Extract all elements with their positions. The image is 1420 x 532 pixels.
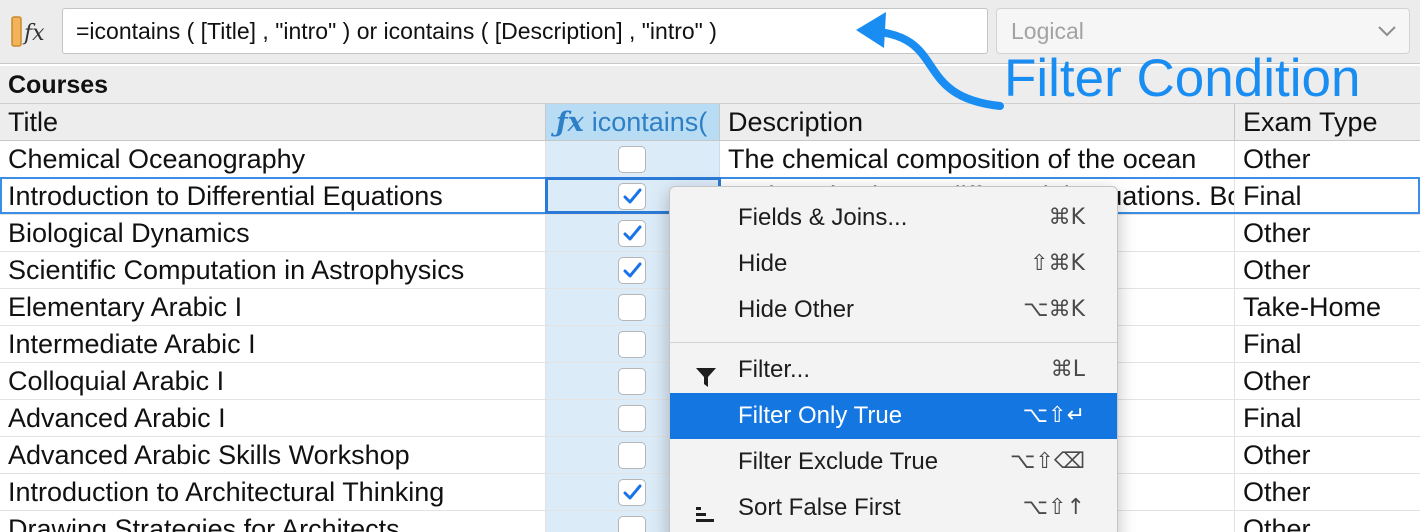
cell-exam-type[interactable]: Other bbox=[1235, 252, 1420, 288]
checkbox[interactable] bbox=[618, 257, 646, 284]
cell-exam-type[interactable]: Other bbox=[1235, 215, 1420, 251]
cell-title[interactable]: Colloquial Arabic I bbox=[0, 363, 546, 399]
menu-item-sort-false-first[interactable]: Sort False First ⌥⇧↑ bbox=[670, 485, 1117, 531]
cell-icontains[interactable] bbox=[546, 141, 720, 177]
cell-exam-type[interactable]: Final bbox=[1235, 178, 1420, 214]
menu-item-shortcut: ⌘L bbox=[1050, 357, 1085, 382]
cell-title[interactable]: Introduction to Architectural Thinking bbox=[0, 474, 546, 510]
cell-exam-type[interactable]: Other bbox=[1235, 511, 1420, 532]
menu-item-label: Hide bbox=[738, 250, 788, 277]
cell-title[interactable]: Biological Dynamics bbox=[0, 215, 546, 251]
cell-title[interactable]: Intermediate Arabic I bbox=[0, 326, 546, 362]
funnel-icon bbox=[694, 359, 718, 387]
column-header-formula[interactable]: ƒx icontains( bbox=[546, 104, 720, 140]
svg-text:fx: fx bbox=[22, 21, 45, 46]
checkmark-icon bbox=[623, 484, 642, 500]
menu-item-filter-only-true[interactable]: Filter Only True ⌥⇧↵ bbox=[670, 393, 1117, 439]
checkmark-icon bbox=[623, 225, 642, 241]
cell-exam-type[interactable]: Other bbox=[1235, 474, 1420, 510]
menu-item-hide-other[interactable]: Hide Other ⌥⌘K bbox=[670, 287, 1117, 333]
checkbox[interactable] bbox=[618, 442, 646, 469]
cell-title[interactable]: Introduction to Differential Equations bbox=[0, 178, 546, 214]
checkbox[interactable] bbox=[618, 220, 646, 247]
cell-title[interactable]: Advanced Arabic Skills Workshop bbox=[0, 437, 546, 473]
checkmark-icon bbox=[623, 188, 642, 204]
menu-item-label: Sort False First bbox=[738, 494, 901, 521]
menu-item-shortcut: ⌥⇧↵ bbox=[1022, 403, 1085, 428]
menu-item-label: Fields & Joins... bbox=[738, 204, 908, 231]
menu-item-label: Filter Exclude True bbox=[738, 448, 939, 475]
menu-item-label: Filter Only True bbox=[738, 402, 903, 429]
cell-title[interactable]: Drawing Strategies for Architects bbox=[0, 511, 546, 532]
checkbox[interactable] bbox=[618, 294, 646, 321]
checkbox[interactable] bbox=[618, 405, 646, 432]
checkbox[interactable] bbox=[618, 146, 646, 173]
cell-title[interactable]: Advanced Arabic I bbox=[0, 400, 546, 436]
menu-item-shortcut: ⇧⌘K bbox=[1030, 251, 1085, 276]
menu-item-label: Filter... bbox=[738, 356, 811, 383]
cell-title[interactable]: Scientific Computation in Astrophysics bbox=[0, 252, 546, 288]
cell-exam-type[interactable]: Other bbox=[1235, 437, 1420, 473]
menu-item-shortcut: ⌥⇧⌫ bbox=[1010, 449, 1085, 474]
cell-description[interactable]: The chemical composition of the ocean bbox=[720, 141, 1235, 177]
annotation-label: Filter Condition bbox=[1004, 49, 1361, 108]
formula-fx-icon[interactable]: fx bbox=[10, 14, 50, 50]
chevron-down-icon bbox=[1377, 23, 1397, 39]
checkmark-icon bbox=[623, 262, 642, 278]
menu-item-hide[interactable]: Hide ⇧⌘K bbox=[670, 241, 1117, 287]
cell-exam-type[interactable]: Other bbox=[1235, 363, 1420, 399]
menu-separator bbox=[670, 342, 1117, 343]
result-type-value: Logical bbox=[1011, 18, 1084, 44]
menu-item-shortcut: ⌘K bbox=[1048, 205, 1085, 230]
menu-item-label: Hide Other bbox=[738, 296, 855, 323]
column-header-title[interactable]: Title bbox=[0, 104, 546, 140]
menu-item-shortcut: ⌥⇧↑ bbox=[1022, 495, 1085, 520]
menu-item-filter-exclude-true[interactable]: Filter Exclude True ⌥⇧⌫ bbox=[670, 439, 1117, 485]
checkbox[interactable] bbox=[618, 479, 646, 506]
sort-icon bbox=[694, 497, 718, 522]
cell-title[interactable]: Elementary Arabic I bbox=[0, 289, 546, 325]
menu-item-shortcut: ⌥⌘K bbox=[1023, 297, 1085, 322]
context-menu: Fields & Joins... ⌘K Hide ⇧⌘K Hide Other ⌥⌘K F… bbox=[669, 186, 1118, 532]
checkbox[interactable] bbox=[618, 183, 646, 210]
checkbox[interactable] bbox=[618, 331, 646, 358]
column-header-formula-label: icontains( bbox=[591, 107, 708, 137]
fx-icon: ƒx bbox=[556, 107, 584, 138]
checkbox[interactable] bbox=[618, 368, 646, 395]
annotation-arrow bbox=[856, 12, 1004, 110]
table-row[interactable]: Chemical Oceanography The chemical compos… bbox=[0, 141, 1420, 178]
menu-item-filter[interactable]: Filter... ⌘L bbox=[670, 347, 1117, 393]
cell-exam-type[interactable]: Final bbox=[1235, 326, 1420, 362]
checkbox[interactable] bbox=[618, 516, 646, 532]
cell-exam-type[interactable]: Other bbox=[1235, 141, 1420, 177]
cell-exam-type[interactable]: Take-Home bbox=[1235, 289, 1420, 325]
cell-title[interactable]: Chemical Oceanography bbox=[0, 141, 546, 177]
cell-exam-type[interactable]: Final bbox=[1235, 400, 1420, 436]
menu-item-fields-joins[interactable]: Fields & Joins... ⌘K bbox=[670, 195, 1117, 241]
